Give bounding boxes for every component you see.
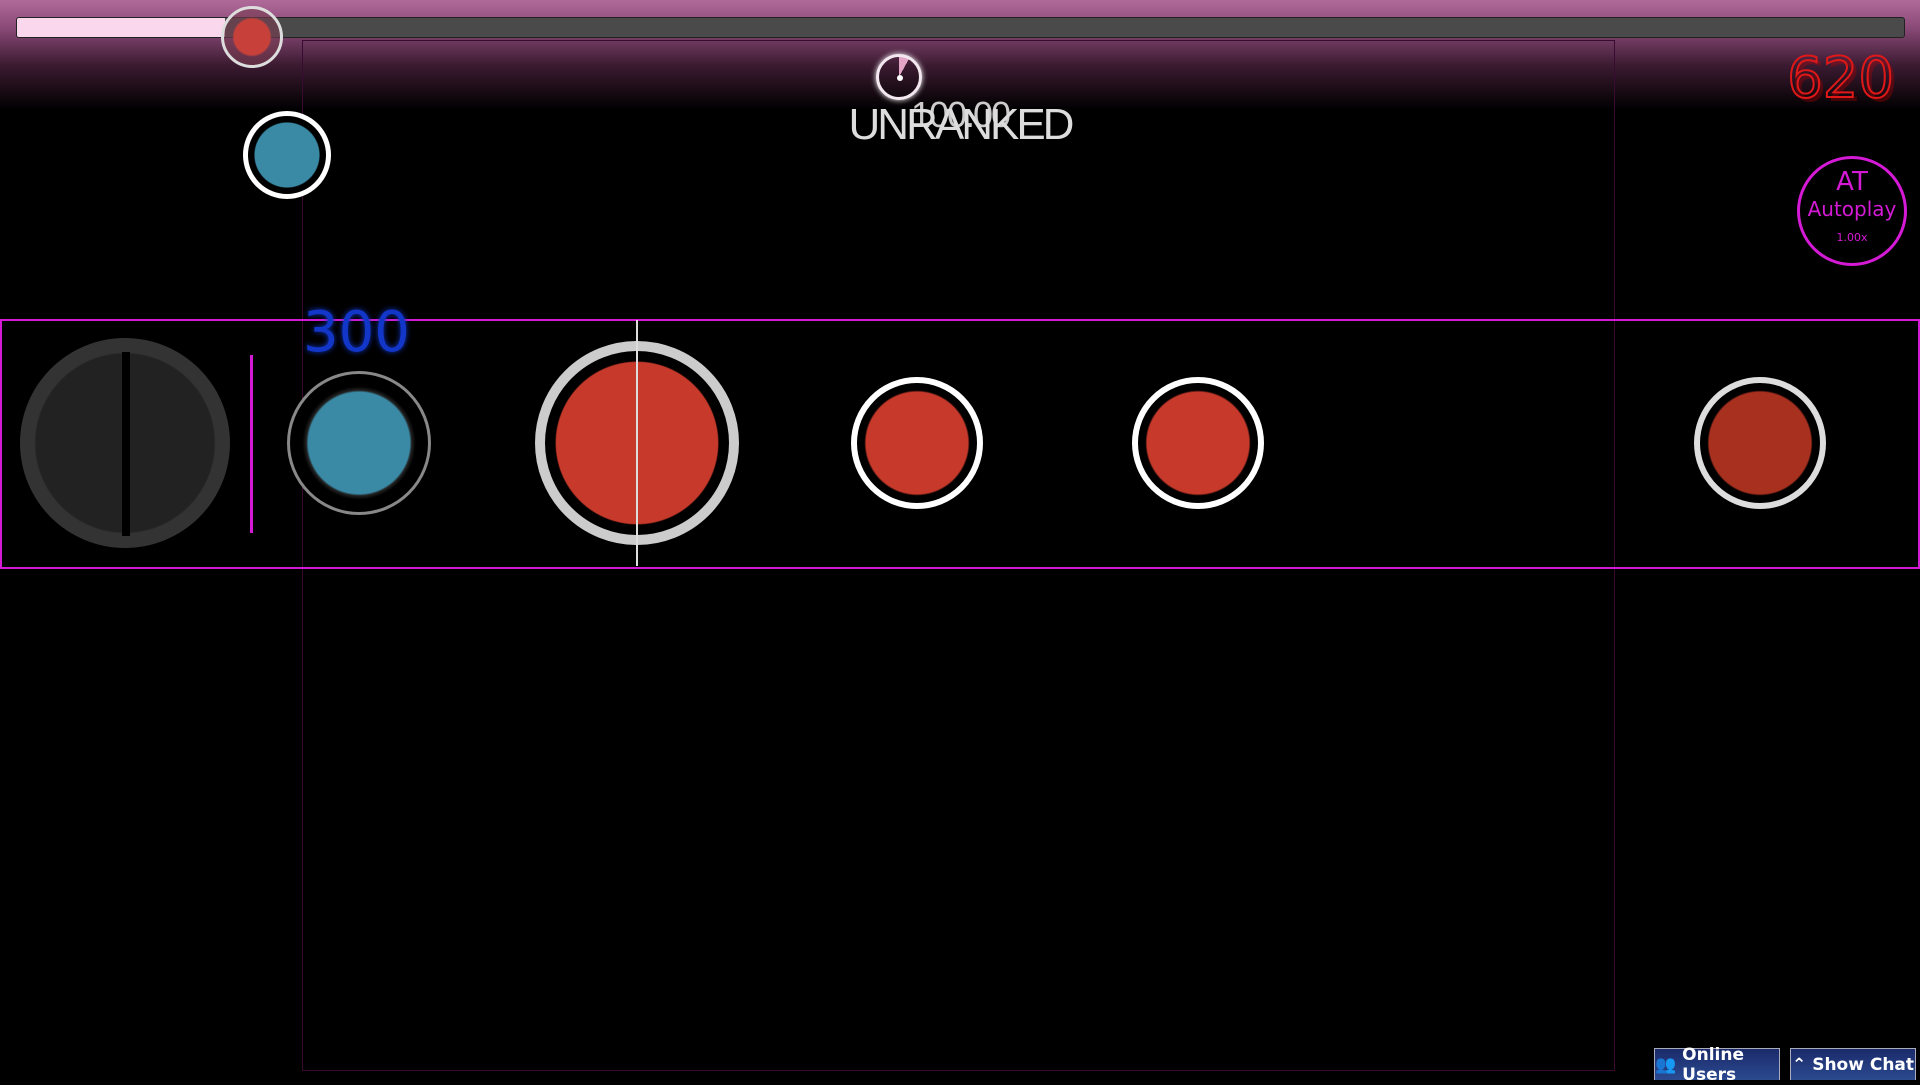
combo-counter: 620 [1786,45,1895,112]
ka-preview-note [243,111,331,199]
don-note [1694,377,1826,509]
autoplay-mod-badge: AT Autoplay 1.00x [1797,156,1907,266]
online-users-label: Online Users [1682,1044,1745,1085]
mod-name: Autoplay [1807,197,1897,221]
mod-speed: 1.00x [1836,231,1868,244]
show-chat-label: Show Chat [1812,1054,1915,1075]
mod-short: AT [1836,167,1868,197]
judgement-300: 300 [303,300,410,365]
users-icon: 👥 [1655,1054,1677,1075]
show-chat-button[interactable]: ⌃ Show Chat [1790,1048,1916,1080]
song-progress-bar[interactable] [16,17,1905,38]
drum-divider [122,352,130,536]
progress-fill [17,18,225,37]
don-note [1132,377,1264,509]
hit-marker [250,355,253,533]
online-users-button[interactable]: 👥 Online Users [1654,1045,1780,1085]
progress-handle[interactable] [221,6,283,68]
barline [636,320,638,566]
ka-note [287,371,431,515]
chevron-up-icon: ⌃ [1791,1054,1807,1075]
rank-label: UNRANKED [848,100,1075,149]
don-note [851,377,983,509]
